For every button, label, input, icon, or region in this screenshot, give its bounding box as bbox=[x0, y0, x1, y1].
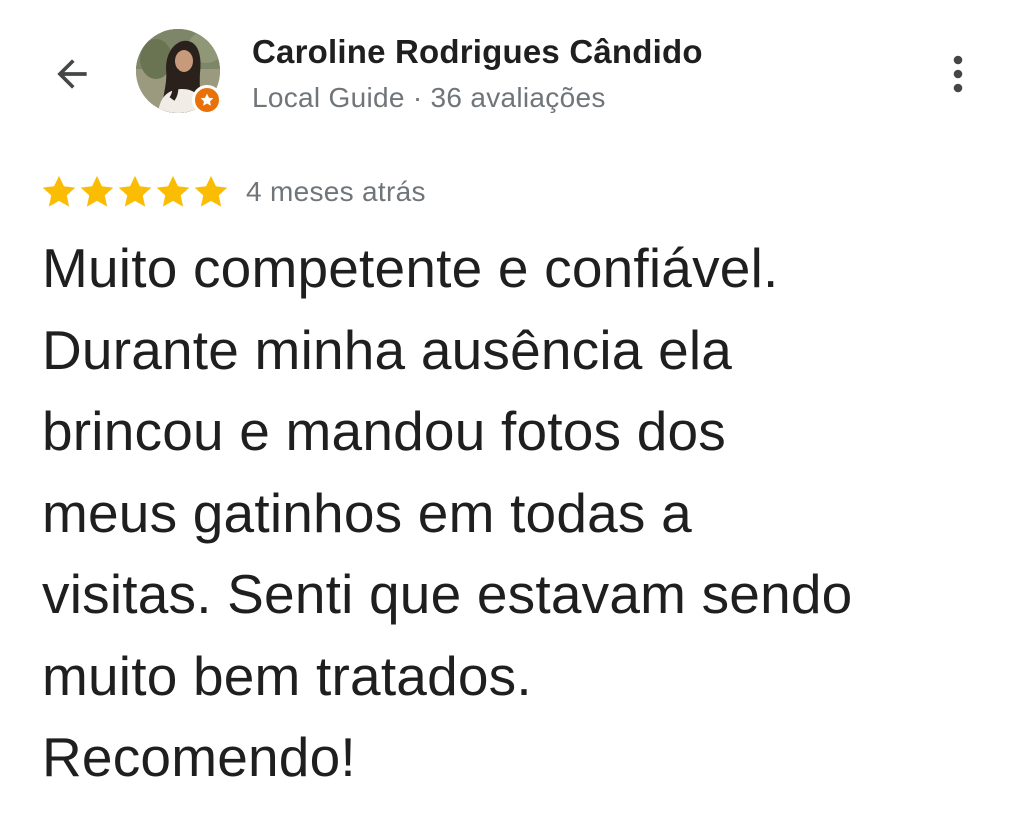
arrow-back-icon bbox=[57, 59, 87, 89]
author-name[interactable]: Caroline Rodrigues Cândido bbox=[252, 33, 703, 71]
star-icon bbox=[194, 175, 228, 207]
review-text: Muito competente e confiável. Durante mi… bbox=[42, 237, 853, 788]
more-vert-icon bbox=[953, 55, 963, 93]
local-guide-star-icon bbox=[200, 93, 214, 106]
star-rating bbox=[40, 173, 230, 211]
author-meta: Local Guide · 36 avaliações bbox=[252, 82, 606, 113]
back-button[interactable] bbox=[40, 42, 104, 106]
star-icon bbox=[118, 175, 152, 207]
local-guide-badge bbox=[192, 85, 222, 115]
review-time: 4 meses atrás bbox=[246, 176, 426, 207]
star-icon bbox=[156, 175, 190, 207]
review-card: Caroline Rodrigues Cândido Local Guide ·… bbox=[0, 0, 1030, 818]
rating-row: 4 meses atrás bbox=[40, 170, 426, 214]
avatar[interactable] bbox=[136, 29, 222, 115]
star-icon bbox=[42, 175, 76, 207]
star-icon bbox=[80, 175, 114, 207]
more-options-button[interactable] bbox=[934, 46, 982, 102]
